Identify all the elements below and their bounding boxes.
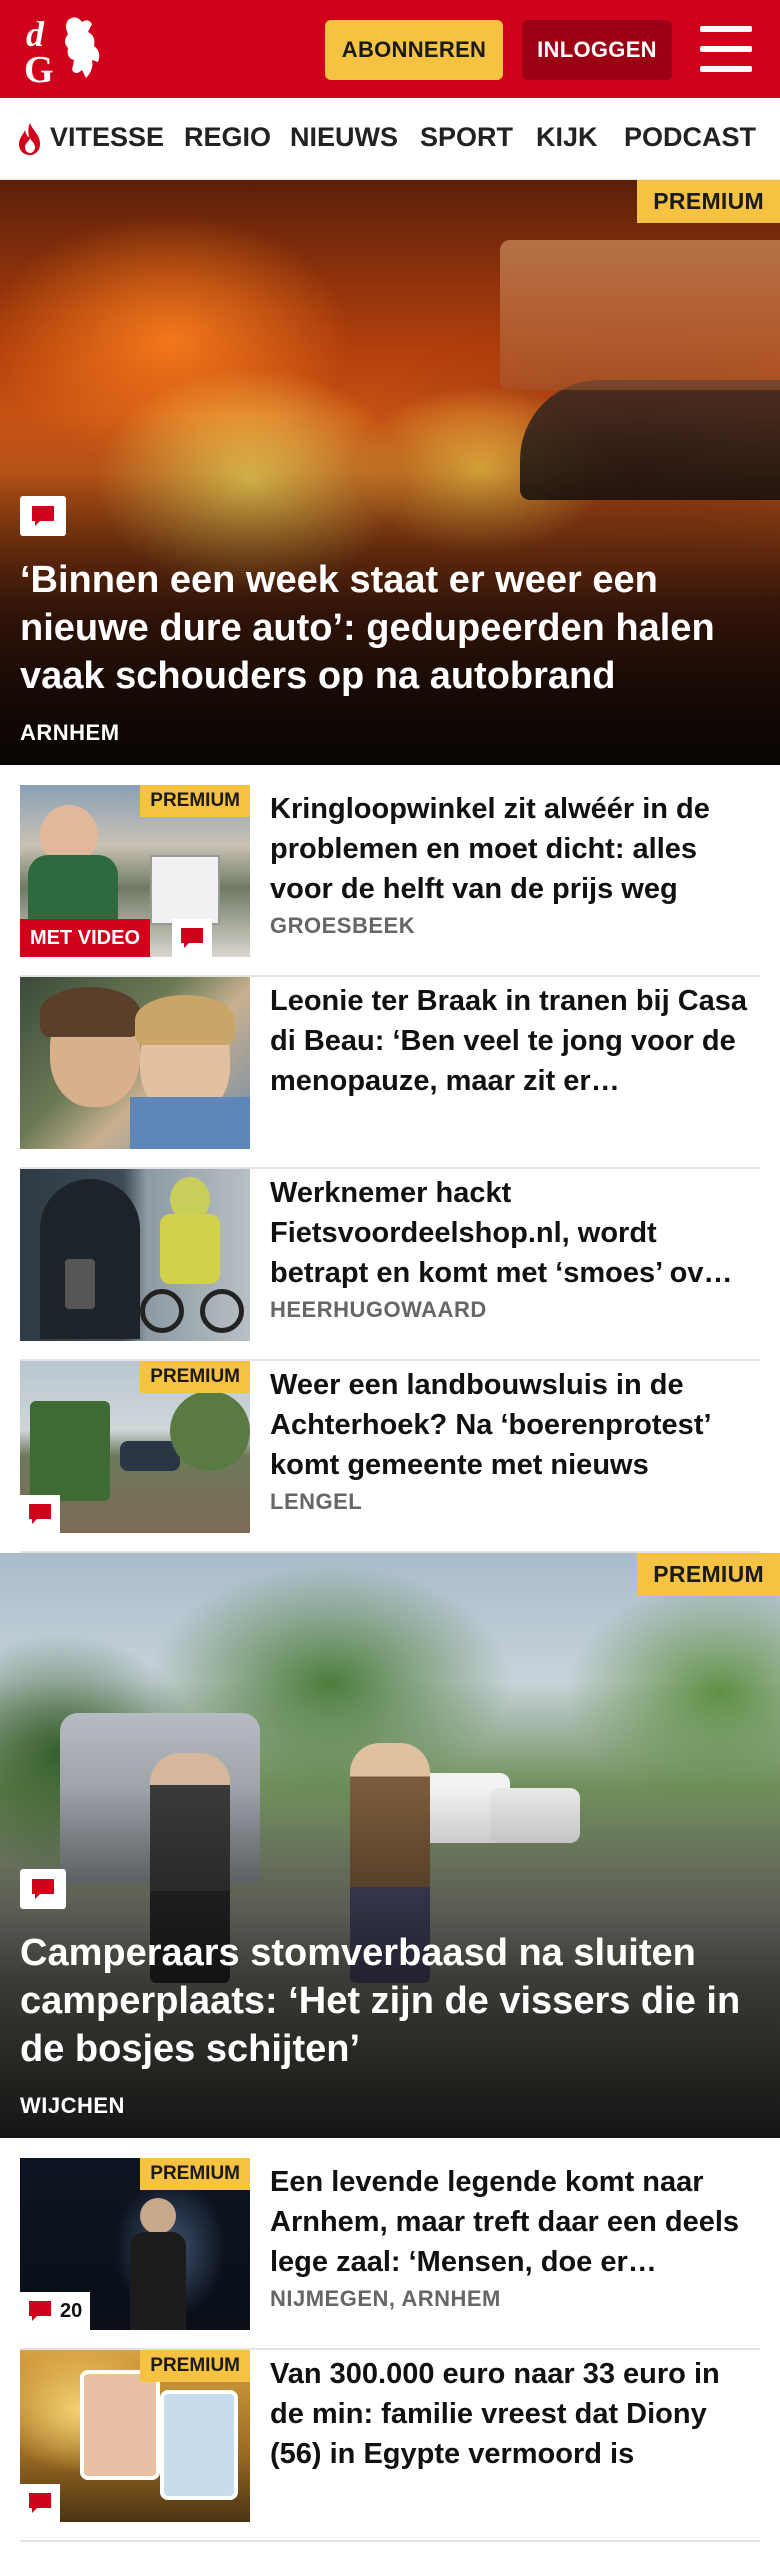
hero-title-1[interactable]: ‘Binnen een week staat er weer een nieuw… [20,556,758,700]
article-thumbnail: PREMIUM MET VIDEO [20,785,250,957]
article-thumbnail: PREMIUM [20,1361,250,1533]
comment-icon[interactable] [20,496,66,536]
article-location: LENGEL [270,1489,363,1514]
article-title[interactable]: Leonie ter Braak in tranen bij Casa di B… [270,981,760,1101]
premium-badge: PREMIUM [140,2350,250,2382]
login-button[interactable]: INLOGGEN [522,20,672,80]
article-title[interactable]: Een levende legende komt naar Arnhem, ma… [270,2162,760,2282]
van-shape [500,240,780,390]
hero-title-2[interactable]: Camperaars stomverbaasd na sluiten campe… [20,1929,758,2073]
top-header: d G ABONNEREN INLOGGEN [0,0,780,98]
list-item[interactable]: Leonie ter Braak in tranen bij Casa di B… [20,977,760,1169]
comment-count: 20 [60,2299,83,2322]
comment-icon[interactable] [172,919,212,957]
list-item[interactable]: Werknemer hackt Fietsvoordeelshop.nl, wo… [20,1169,760,1361]
svg-text:d: d [26,14,45,54]
article-location: GROESBEEK [270,913,416,938]
article-title[interactable]: Van 300.000 euro naar 33 euro in de min:… [270,2354,760,2474]
premium-badge: PREMIUM [637,180,780,223]
list-item[interactable]: PREMIUM Van 300.000 euro naar 33 euro in… [20,2350,760,2542]
article-title[interactable]: Werknemer hackt Fietsvoordeelshop.nl, wo… [270,1173,760,1293]
comment-icon[interactable] [20,2484,60,2522]
list-item[interactable]: PREMIUM 20 Een levende legende komt naar… [20,2158,760,2350]
nav-item-vitesse[interactable]: VITESSE [50,122,164,153]
article-location: HEERHUGOWAARD [270,1297,487,1322]
menu-icon[interactable] [700,26,752,72]
video-badge: MET VIDEO [20,919,151,957]
premium-badge: PREMIUM [637,1553,780,1596]
article-thumbnail [20,1169,250,1341]
comment-icon [29,2301,51,2321]
article-location: NIJMEGEN, ARNHEM [270,2286,501,2311]
nav-item-podcast[interactable]: PODCAST [624,122,756,153]
nav-item-kijk[interactable]: KIJK [536,122,598,153]
hero-location-2: WIJCHEN [20,2093,125,2118]
article-thumbnail: PREMIUM [20,2350,250,2522]
article-thumbnail: PREMIUM 20 [20,2158,250,2330]
article-title[interactable]: Weer een landbouwsluis in de Achterhoek?… [270,1365,760,1485]
site-logo[interactable]: d G [22,12,114,91]
nav-item-sport[interactable]: SPORT [420,122,513,153]
main-nav: VITESSE REGIO NIEUWS SPORT KIJK PODCAST [0,98,780,180]
premium-badge: PREMIUM [140,785,250,817]
comment-icon[interactable] [20,1495,60,1533]
list-item[interactable]: PREMIUM Weer een landbouwsluis in de Ach… [20,1361,760,1553]
article-thumbnail [20,977,250,1149]
comment-count-badge[interactable]: 20 [20,2292,91,2330]
hero-article-2[interactable]: PREMIUM Camperaars stomverbaasd na sluit… [0,1553,780,2138]
subscribe-button[interactable]: ABONNEREN [325,20,503,80]
nav-item-regio[interactable]: REGIO [184,122,271,153]
comment-icon[interactable] [20,1869,66,1909]
article-title[interactable]: Kringloopwinkel zit alwéér in de problem… [270,789,760,909]
svg-text:G: G [24,49,54,88]
nav-item-nieuws[interactable]: NIEUWS [290,122,398,153]
hero-article-1[interactable]: PREMIUM ‘Binnen een week staat er weer e… [0,180,780,765]
logo-mark: d G [24,14,100,91]
flame-icon [19,123,40,155]
premium-badge: PREMIUM [140,1361,250,1393]
hero-location-1: ARNHEM [20,720,120,745]
list-item[interactable]: PREMIUM MET VIDEO Kringloopwinkel zit al… [20,785,760,977]
premium-badge: PREMIUM [140,2158,250,2190]
